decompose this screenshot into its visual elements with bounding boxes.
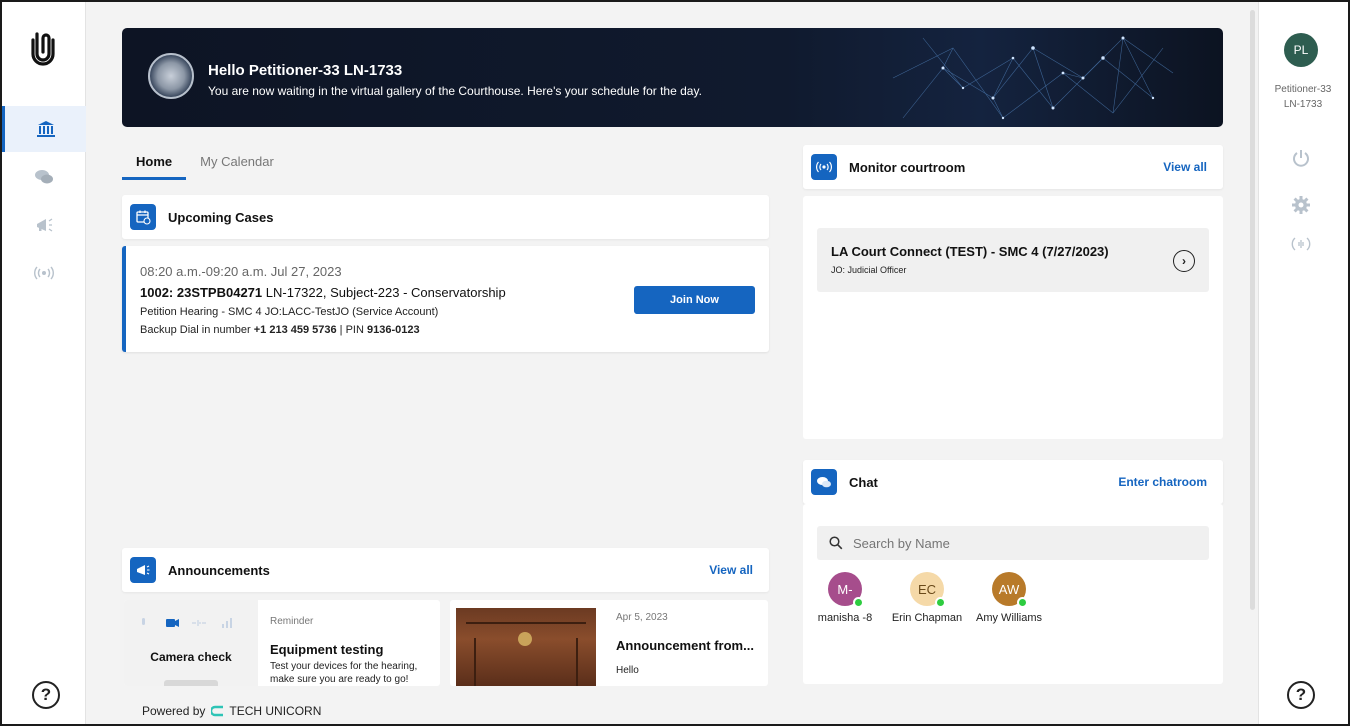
courtroom-title: LA Court Connect (TEST) - SMC 4 (7/27/20… <box>831 244 1109 259</box>
nav-announcements[interactable] <box>2 202 86 248</box>
powered-by-label: Powered by <box>142 704 206 718</box>
left-nav-rail: ? <box>2 2 86 724</box>
tech-unicorn-logo-icon <box>211 705 224 717</box>
contact-name: Erin Chapman <box>891 612 963 624</box>
case-card: 08:20 a.m.-09:20 a.m. Jul 27, 2023 1002:… <box>122 246 769 352</box>
footer: Powered by TECH UNICORN <box>142 704 321 718</box>
camera-check-label: Camera check <box>150 650 232 664</box>
announcements-view-all-link[interactable]: View all <box>709 563 753 577</box>
banner-subtitle: You are now waiting in the virtual galle… <box>208 84 702 98</box>
announcement-text: Hello <box>616 665 639 676</box>
network-globe-image <box>892 36 1174 120</box>
court-seal-emblem <box>518 632 532 646</box>
pin-label: | PIN <box>336 324 367 336</box>
upcoming-cases-title: Upcoming Cases <box>168 209 274 225</box>
case-number: 1002: 23STPB04271 <box>140 285 263 300</box>
paperclip-logo-icon <box>31 32 55 66</box>
announcement-tag: Reminder <box>270 616 314 627</box>
contact-name: manisha -8 <box>817 612 873 624</box>
profile-avatar[interactable]: PL <box>1284 33 1318 67</box>
tab-home[interactable]: Home <box>122 148 187 180</box>
chat-icon <box>35 170 53 184</box>
case-hearing: Petition Hearing - SMC 4 JO:LACC-TestJO … <box>140 306 439 318</box>
monitor-courtroom-title: Monitor courtroom <box>849 159 966 175</box>
court-seal-logo <box>148 53 194 99</box>
online-status-dot <box>853 597 864 608</box>
calendar-clock-icon <box>130 204 156 230</box>
announcement-text: Test your devices for the hearing, make … <box>270 661 418 685</box>
profile-name: Petitioner-33 LN-1733 <box>1259 82 1347 112</box>
gear-icon[interactable] <box>1291 195 1311 215</box>
right-rail: PL Petitioner-33 LN-1733 ? <box>1258 2 1348 724</box>
contact-name: Amy Williams <box>976 612 1042 624</box>
courthouse-icon <box>36 121 55 137</box>
avatar: M- <box>828 572 864 608</box>
courtroom-photo <box>456 608 596 686</box>
brand-name: TECH UNICORN <box>229 704 322 718</box>
upcoming-cases-header: Upcoming Cases <box>122 195 769 239</box>
profile-name-line1: Petitioner-33 <box>1274 84 1332 95</box>
dial-label: Backup Dial in number <box>140 324 254 336</box>
announcement-date: Apr 5, 2023 <box>616 612 668 623</box>
chevron-right-icon[interactable]: › <box>1173 250 1195 272</box>
chat-icon <box>811 469 837 495</box>
brand-logo: TECH UNICORN <box>211 704 321 718</box>
announcement-card-court[interactable]: Apr 5, 2023 Announcement from... Hello <box>450 600 768 686</box>
announcements-title: Announcements <box>168 562 270 578</box>
announcement-title: Equipment testing <box>270 642 384 657</box>
contact-manisha[interactable]: M- manisha -8 <box>805 572 885 624</box>
power-icon[interactable] <box>1291 148 1311 168</box>
join-now-button[interactable]: Join Now <box>634 286 755 314</box>
contact-amy-williams[interactable]: AW Amy Williams <box>969 572 1049 624</box>
megaphone-icon <box>37 218 53 232</box>
banner-title: Hello Petitioner-33 LN-1733 <box>208 62 403 79</box>
main-content: Hello Petitioner-33 LN-1733 You are now … <box>86 2 1258 724</box>
case-title: 1002: 23STPB04271 LN-17322, Subject-223 … <box>140 285 506 300</box>
chat-panel: M- manisha -8 EC Erin Chapman AW Amy Wil… <box>803 504 1223 684</box>
device-icons-row <box>142 618 232 628</box>
chat-title: Chat <box>849 474 878 490</box>
broadcast-icon <box>34 266 54 280</box>
camera-preview <box>164 680 218 686</box>
app-window: ? Hello Petitioner-33 LN-1733 You are no… <box>0 0 1350 726</box>
nav-courthouse[interactable] <box>2 106 86 152</box>
profile-name-line2: LN-1733 <box>1283 99 1323 110</box>
case-description: LN-17322, Subject-223 - Conservatorship <box>262 285 506 300</box>
broadcast-icon <box>811 154 837 180</box>
case-time: 08:20 a.m.-09:20 a.m. Jul 27, 2023 <box>140 264 342 279</box>
pin-number: 9136-0123 <box>367 324 420 336</box>
monitor-view-all-link[interactable]: View all <box>1163 160 1207 174</box>
announcement-card-equipment[interactable]: Camera check Reminder Equipment testing … <box>124 600 440 686</box>
tab-bar: Home My Calendar <box>122 148 288 180</box>
dial-number: +1 213 459 5736 <box>253 324 337 336</box>
courtroom-item[interactable]: LA Court Connect (TEST) - SMC 4 (7/27/20… <box>817 228 1209 292</box>
help-button-right[interactable]: ? <box>1287 681 1315 709</box>
announcement-title: Announcement from... <box>616 638 754 653</box>
announcements-header: Announcements View all <box>122 548 769 592</box>
welcome-banner: Hello Petitioner-33 LN-1733 You are now … <box>122 28 1223 127</box>
contact-erin-chapman[interactable]: EC Erin Chapman <box>887 572 967 624</box>
page-scrollbar[interactable] <box>1250 10 1255 610</box>
contact-search <box>817 526 1209 560</box>
help-button-left[interactable]: ? <box>32 681 60 709</box>
camera-check-thumbnail: Camera check <box>124 600 258 686</box>
nav-broadcast[interactable] <box>2 250 86 296</box>
nav-chat[interactable] <box>2 154 86 200</box>
monitor-courtroom-panel: LA Court Connect (TEST) - SMC 4 (7/27/20… <box>803 196 1223 439</box>
avatar: EC <box>910 572 946 608</box>
case-dial-info: Backup Dial in number +1 213 459 5736 | … <box>140 324 420 336</box>
tab-my-calendar[interactable]: My Calendar <box>186 148 288 180</box>
chat-header: Chat Enter chatroom <box>803 460 1223 504</box>
search-input[interactable] <box>853 535 1193 551</box>
monitor-courtroom-header: Monitor courtroom View all <box>803 145 1223 189</box>
online-status-dot <box>1017 597 1028 608</box>
search-icon <box>829 536 843 550</box>
online-status-dot <box>935 597 946 608</box>
megaphone-icon <box>130 557 156 583</box>
courtroom-officer: JO: Judicial Officer <box>831 265 907 275</box>
avatar: AW <box>992 572 1028 608</box>
audio-settings-icon[interactable] <box>1291 234 1311 254</box>
enter-chatroom-link[interactable]: Enter chatroom <box>1118 475 1207 489</box>
